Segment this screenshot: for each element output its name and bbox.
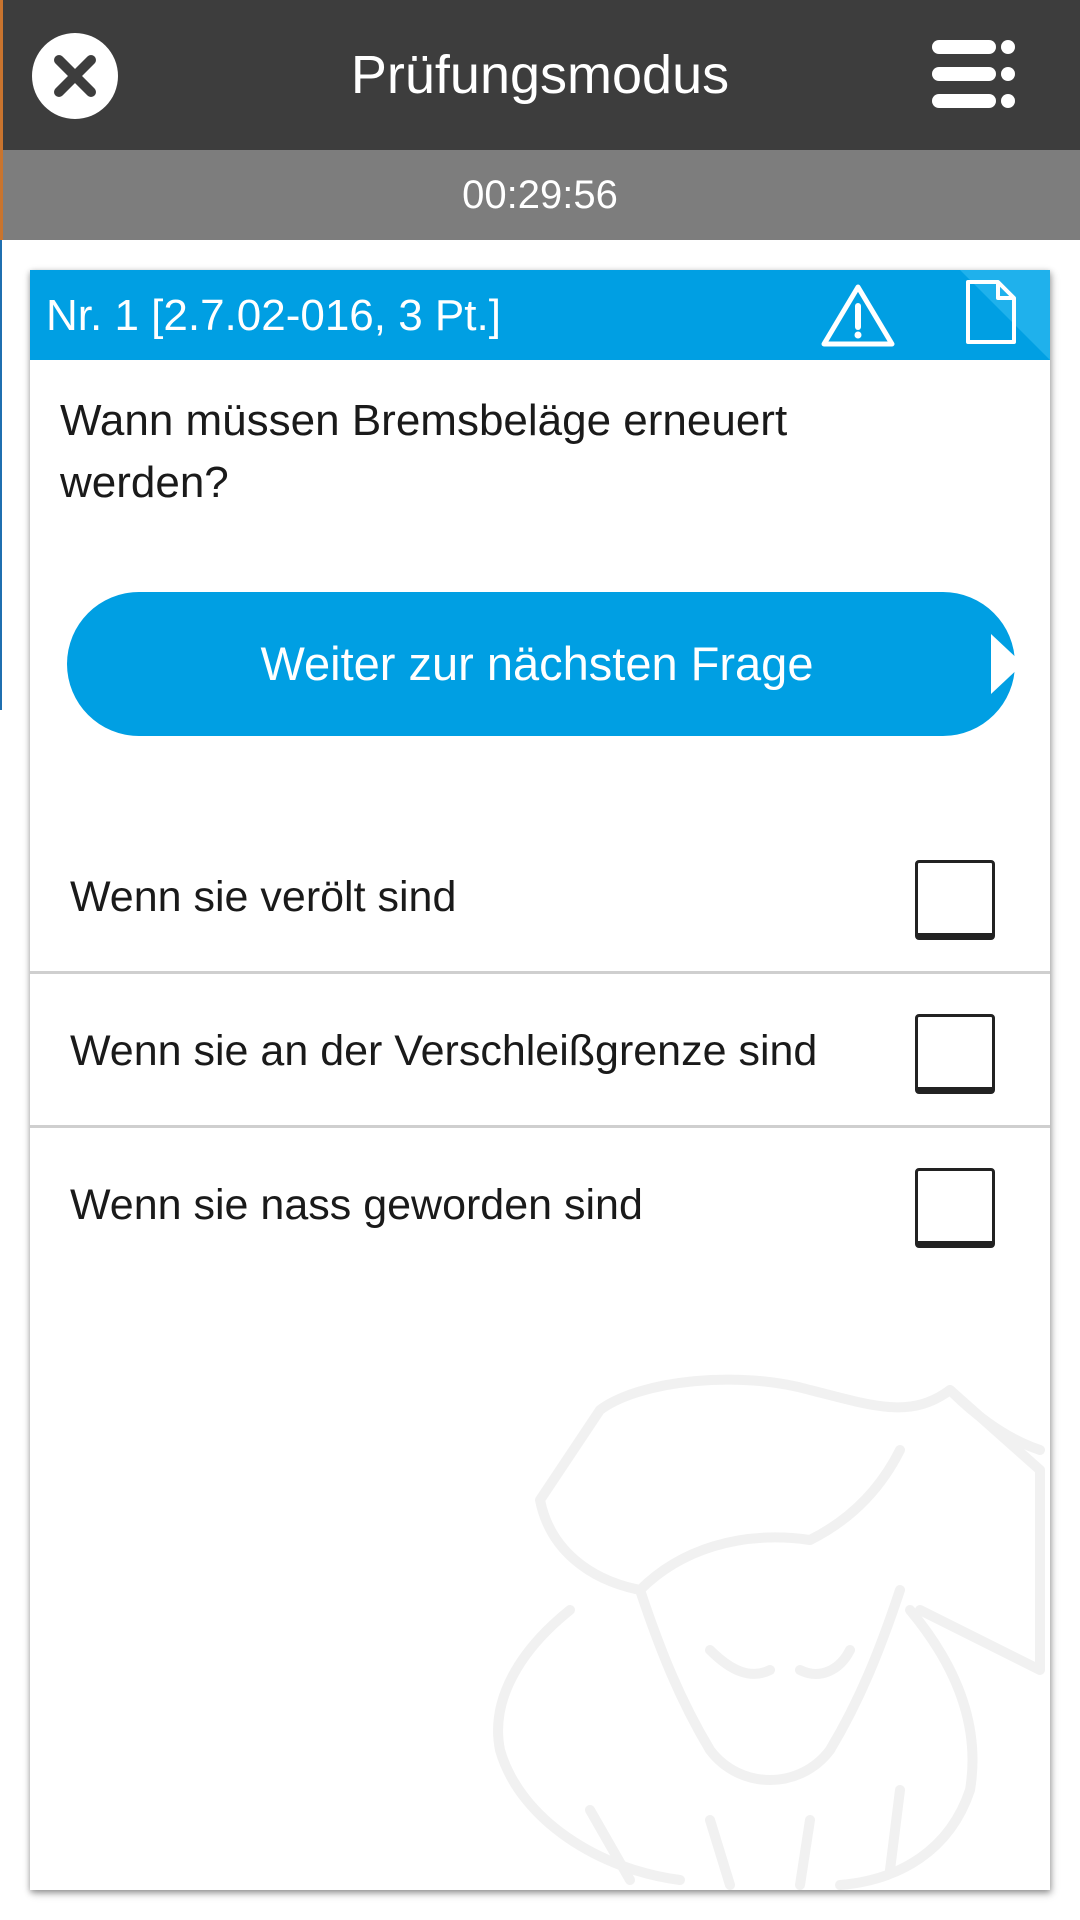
answer-option[interactable]: Wenn sie nass geworden sind — [30, 1128, 1050, 1282]
question-card: Nr. 1 [2.7.02-016, 3 Pt.] Wann müssen Br… — [30, 270, 1050, 1890]
bull-watermark-icon — [493, 1374, 1045, 1890]
answer-option[interactable]: Wenn sie an der Verschleißgrenze sind — [30, 974, 1050, 1128]
next-question-label: Weiter zur nächsten Frage — [260, 637, 814, 690]
close-button[interactable] — [32, 33, 118, 119]
page-title: Prüfungsmodus — [350, 45, 730, 105]
answer-text: Wenn sie verölt sind — [70, 873, 457, 921]
arrow-right-icon — [991, 634, 1023, 694]
answer-checkbox[interactable] — [915, 860, 995, 940]
edge-accent — [0, 0, 3, 150]
exam-timer: 00:29:56 — [462, 173, 618, 217]
timer-bar: 00:29:56 — [0, 150, 1080, 240]
question-text: Wann müssen Bremsbeläge erneuert werden? — [60, 396, 788, 507]
menu-button[interactable] — [928, 36, 1018, 112]
question-id: Nr. 1 [2.7.02-016, 3 Pt.] — [46, 291, 501, 340]
answer-list: Wenn sie verölt sind Wenn sie an der Ver… — [30, 820, 1050, 1282]
next-question-button[interactable]: Weiter zur nächsten Frage — [67, 592, 1023, 736]
document-icon[interactable] — [960, 278, 1020, 348]
answer-checkbox[interactable] — [915, 1014, 995, 1094]
close-icon — [54, 55, 96, 97]
answer-text: Wenn sie an der Verschleißgrenze sind — [70, 1027, 818, 1075]
answer-option[interactable]: Wenn sie verölt sind — [30, 820, 1050, 974]
edge-accent — [0, 240, 2, 710]
app-bar: Prüfungsmodus — [0, 0, 1080, 150]
warning-triangle-icon[interactable] — [820, 282, 896, 348]
question-header: Nr. 1 [2.7.02-016, 3 Pt.] — [30, 270, 1050, 360]
menu-list-icon — [932, 40, 1015, 108]
answer-text: Wenn sie nass geworden sind — [70, 1181, 643, 1229]
answer-checkbox[interactable] — [915, 1168, 995, 1248]
